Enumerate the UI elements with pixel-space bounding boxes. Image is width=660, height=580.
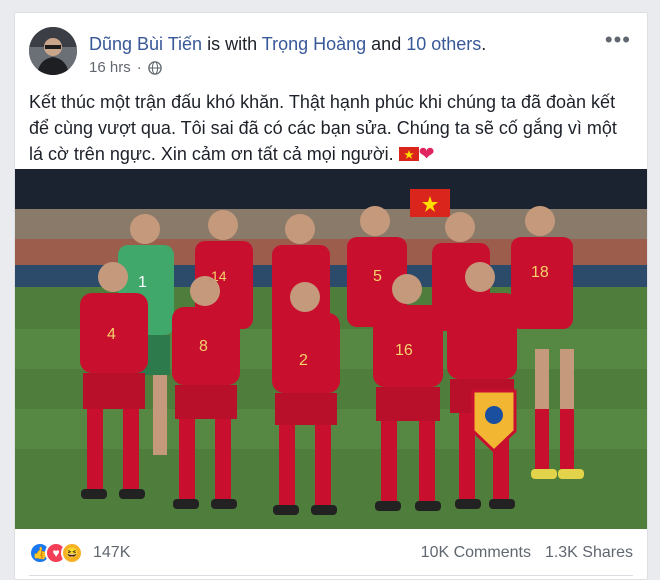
facebook-post: Dũng Bùi Tiến is with Trọng Hoàng and 10… <box>14 12 648 580</box>
post-text: Kết thúc một trận đấu khó khăn. Thật hạn… <box>29 92 617 164</box>
author-avatar[interactable] <box>29 27 77 75</box>
engagement-counts: 10K Comments 1.3K Shares <box>421 544 633 562</box>
svg-text:1: 1 <box>138 274 147 291</box>
period-text: . <box>481 34 487 54</box>
author-line: Dũng Bùi Tiến is with Trọng Hoàng and 10… <box>89 34 486 55</box>
and-text: and <box>366 34 407 54</box>
reaction-icons: 👍 ♥ 😆 <box>29 542 83 564</box>
shares-count-link[interactable]: 1.3K Shares <box>545 544 633 562</box>
footer-divider <box>29 575 633 576</box>
svg-text:5: 5 <box>373 268 382 285</box>
post-header: Dũng Bùi Tiến is with Trọng Hoàng and 10… <box>29 27 633 79</box>
tagged-friend-link[interactable]: Trọng Hoàng <box>262 34 366 54</box>
author-name-link[interactable]: Dũng Bùi Tiến <box>89 34 202 54</box>
svg-text:8: 8 <box>199 338 208 355</box>
with-text: is with <box>202 34 262 54</box>
more-options-icon[interactable]: ••• <box>605 29 631 51</box>
red-heart-icon: ❤ <box>418 144 435 165</box>
post-timestamp[interactable]: 16 hrs <box>89 59 131 76</box>
svg-text:16: 16 <box>395 342 413 359</box>
post-text-block: Kết thúc một trận đấu khó khăn. Thật hạn… <box>29 89 629 168</box>
meta-separator: · <box>136 59 142 76</box>
haha-icon: 😆 <box>61 542 83 564</box>
post-meta: 16 hrs · <box>89 59 162 76</box>
reactions-summary[interactable]: 👍 ♥ 😆 147K <box>29 542 130 564</box>
reaction-count: 147K <box>93 544 131 561</box>
svg-text:2: 2 <box>299 352 308 369</box>
post-footer: 👍 ♥ 😆 147K 10K Comments 1.3K Shares <box>29 533 633 573</box>
globe-icon[interactable] <box>147 60 162 75</box>
svg-text:4: 4 <box>107 326 116 343</box>
svg-text:18: 18 <box>531 264 549 281</box>
comments-count-link[interactable]: 10K Comments <box>421 544 531 562</box>
team-photo[interactable]: 1 14 5 18 4 8 2 16 <box>15 169 647 529</box>
vietnam-flag-icon <box>398 147 419 161</box>
others-link[interactable]: 10 others <box>406 34 481 54</box>
